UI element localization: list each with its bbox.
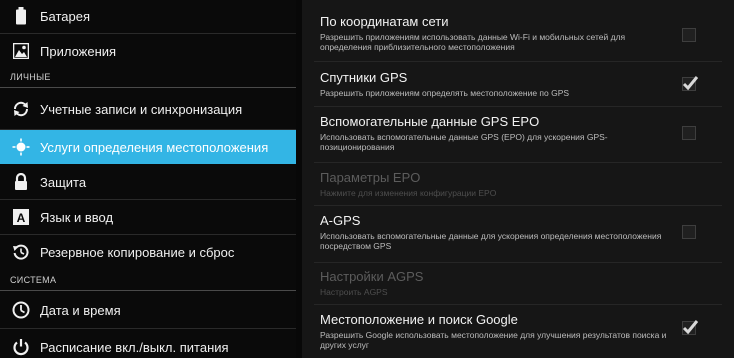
sidebar-item-label: Батарея [40, 8, 91, 24]
lock-icon [12, 173, 30, 191]
checkmark-icon [682, 76, 699, 91]
clock-icon [12, 301, 30, 319]
network-location-checkbox[interactable] [682, 28, 696, 42]
divider [314, 106, 722, 107]
pref-title: Вспомогательные данные GPS EPO [320, 114, 540, 129]
panel-edge [296, 0, 302, 358]
sync-icon [12, 100, 30, 118]
sidebar-item-apps[interactable]: Приложения [0, 34, 296, 68]
sidebar-item-label: Дата и время [40, 302, 121, 318]
divider [314, 162, 722, 163]
pref-title: A-GPS [320, 213, 361, 228]
section-header-personal: ЛИЧНЫЕ [10, 72, 51, 82]
location-icon [12, 138, 30, 156]
sidebar-item-label: Резервное копирование и сброс [40, 244, 235, 260]
pref-title: Настройки AGPS [320, 269, 424, 284]
pref-network-location[interactable]: По координатам сети Разрешить приложения… [320, 14, 712, 52]
backup-icon [12, 243, 30, 261]
pref-google-location-search[interactable]: Местоположение и поиск Google Разрешить … [320, 312, 712, 350]
gps-satellites-checkbox[interactable] [682, 76, 699, 91]
sidebar-item-label: Учетные записи и синхронизация [40, 101, 243, 117]
sidebar-item-accounts-sync[interactable]: Учетные записи и синхронизация [0, 90, 296, 128]
pref-summary: Нажмите для изменения конфигурации EPO [320, 188, 497, 198]
section-header-system: СИСТЕМА [10, 275, 57, 285]
sidebar-item-battery[interactable]: Батарея [0, 0, 296, 32]
sidebar-item-location[interactable]: Услуги определения местоположения [0, 130, 296, 164]
divider [314, 304, 722, 305]
sidebar-item-backup-reset[interactable]: Резервное копирование и сброс [0, 235, 296, 269]
a-gps-checkbox[interactable] [682, 225, 696, 239]
pref-summary: Разрешить приложениям определять местопо… [320, 88, 570, 98]
checkmark-icon [682, 320, 699, 335]
google-location-checkbox[interactable] [682, 320, 699, 335]
pref-summary: Использовать вспомогательные данные GPS … [320, 132, 608, 152]
sidebar-item-label: Приложения [40, 43, 117, 59]
pref-title: Спутники GPS [320, 70, 408, 85]
settings-sidebar: Батарея Приложения ЛИЧНЫЕ Учетные записи… [0, 0, 296, 358]
pref-epo-settings: Параметры EPO Нажмите для изменения конф… [320, 170, 712, 198]
pref-title: Местоположение и поиск Google [320, 312, 518, 327]
pref-gps-epo[interactable]: Вспомогательные данные GPS EPO Использов… [320, 114, 712, 152]
pref-summary: Настроить AGPS [320, 287, 388, 297]
gps-epo-checkbox[interactable] [682, 126, 696, 140]
apps-icon [12, 42, 30, 60]
location-settings-panel: По координатам сети Разрешить приложения… [296, 0, 734, 358]
sidebar-item-label: Защита [40, 174, 87, 190]
pref-title: По координатам сети [320, 14, 449, 29]
pref-a-gps[interactable]: A-GPS Использовать вспомогательные данны… [320, 213, 712, 251]
pref-summary: Разрешить Google использовать местополож… [320, 330, 667, 350]
section-divider [0, 87, 296, 88]
language-icon: A [12, 208, 30, 226]
battery-icon [12, 7, 30, 25]
sidebar-item-language-input[interactable]: A Язык и ввод [0, 200, 296, 234]
power-icon [12, 338, 30, 356]
sidebar-item-label: Расписание вкл./выкл. питания [40, 339, 229, 355]
sidebar-item-date-time[interactable]: Дата и время [0, 292, 296, 328]
sidebar-item-power-schedule[interactable]: Расписание вкл./выкл. питания [0, 329, 296, 358]
divider [314, 61, 722, 62]
pref-agps-settings: Настройки AGPS Настроить AGPS [320, 269, 712, 297]
sidebar-item-security[interactable]: Защита [0, 165, 296, 199]
svg-text:A: A [17, 211, 26, 225]
pref-gps-satellites[interactable]: Спутники GPS Разрешить приложениям опред… [320, 70, 712, 98]
section-divider [0, 290, 296, 291]
sidebar-item-label: Язык и ввод [40, 209, 114, 225]
sidebar-item-label: Услуги определения местоположения [40, 139, 269, 155]
divider [314, 262, 722, 263]
pref-title: Параметры EPO [320, 170, 421, 185]
pref-summary: Использовать вспомогательные данные для … [320, 231, 662, 251]
settings-screen: Батарея Приложения ЛИЧНЫЕ Учетные записи… [0, 0, 734, 358]
pref-summary: Разрешить приложениям использовать данны… [320, 32, 626, 52]
divider [314, 205, 722, 206]
